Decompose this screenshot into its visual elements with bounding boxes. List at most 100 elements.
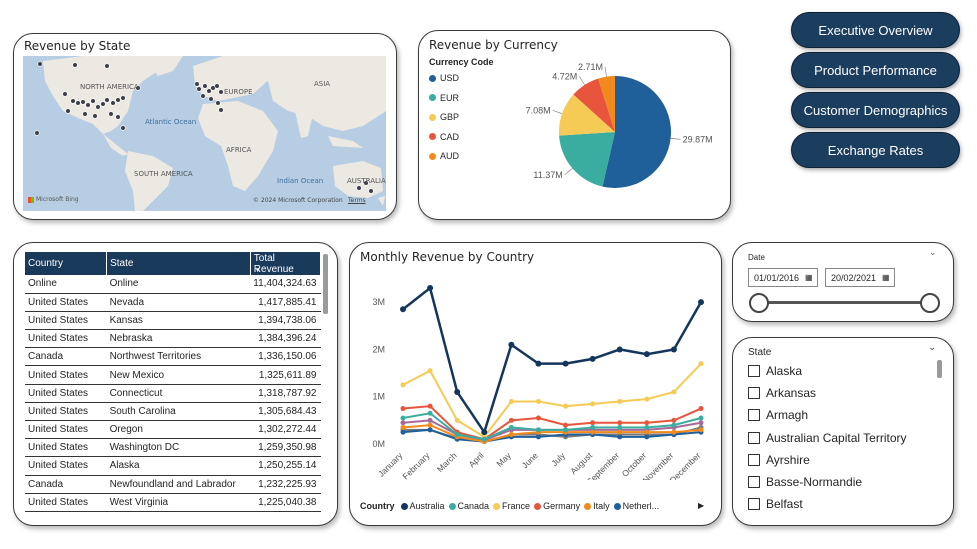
series-point[interactable] [400,382,406,388]
state-option[interactable]: Australian Capital Territory [748,431,907,445]
series-line[interactable] [402,285,703,436]
series-point[interactable] [427,403,433,409]
legend-item-usd[interactable]: USD [429,73,459,83]
date-range-end-handle[interactable] [920,293,940,313]
series-point[interactable] [508,341,515,348]
state-option[interactable]: Belfast [748,497,803,511]
state-option[interactable]: Basse-Normandie [748,475,862,489]
date-slicer-chevron-icon[interactable]: ⌄ [929,248,937,258]
country-column-header[interactable]: Country [25,252,108,275]
series-point[interactable] [671,422,677,428]
map-terms-link[interactable]: Terms [348,197,366,204]
legend-item[interactable]: Italy [584,501,610,511]
table-row[interactable]: Online Online 11,404,324.63 [25,275,321,294]
series-point[interactable] [427,368,433,374]
series-point[interactable] [616,346,623,353]
series-point[interactable] [671,429,677,435]
series-point[interactable] [617,424,623,430]
customer-demographics-button[interactable]: Customer Demographics [791,92,960,128]
series-point[interactable] [400,424,406,430]
table-row[interactable]: United States Connecticut 1,318,787.92 [25,384,321,403]
series-point[interactable] [617,398,623,404]
series-point[interactable] [563,422,569,428]
series-point[interactable] [427,427,433,433]
table-row[interactable]: United States South Carolina 1,305,684.43 [25,402,321,422]
series-point[interactable] [508,424,514,430]
series-point[interactable] [617,420,623,426]
series-point[interactable] [535,415,541,421]
legend-next-icon[interactable]: ▶ [698,501,704,510]
table-row[interactable]: United States West Virginia 1,225,040.38 [25,493,321,512]
table-row[interactable]: United States New Mexico 1,325,611.89 [25,365,321,385]
series-point[interactable] [670,346,677,353]
series-point[interactable] [698,361,704,367]
checkbox[interactable] [748,498,760,511]
series-point[interactable] [535,434,541,440]
checkbox[interactable] [748,365,760,377]
series-point[interactable] [481,429,488,436]
checkbox[interactable] [748,431,760,444]
series-point[interactable] [644,429,650,435]
checkbox[interactable] [748,387,760,400]
series-point[interactable] [508,398,514,404]
legend-item-cad[interactable]: CAD [429,132,459,142]
table-row[interactable]: United States Kansas 1,394,738.06 [25,311,321,331]
series-point[interactable] [400,429,406,435]
product-performance-button[interactable]: Product Performance [791,52,960,88]
legend-item[interactable]: Australia [400,501,445,511]
series-point[interactable] [671,389,677,395]
legend-item[interactable]: Canada [448,501,489,511]
table-row[interactable]: United States Alaska 1,250,255.14 [25,456,321,476]
calendar-icon[interactable]: ▦ [805,273,813,282]
state-slicer-chevron-icon[interactable]: ⌄ [928,342,936,353]
date-range-start-handle[interactable] [749,293,769,313]
series-point[interactable] [481,436,487,442]
table-row[interactable]: United States Nevada 1,417,885.41 [25,293,321,312]
series-point[interactable] [427,285,434,291]
total-revenue-column-header[interactable]: Total Revenue ▼ [250,252,322,275]
state-option[interactable]: Arkansas [748,386,816,400]
series-point[interactable] [698,427,704,433]
table-row[interactable]: United States Oregon 1,302,272.44 [25,420,321,440]
series-point[interactable] [454,389,461,395]
series-point[interactable] [617,434,623,440]
series-point[interactable] [400,406,406,412]
series-point[interactable] [698,415,704,421]
series-point[interactable] [563,427,569,433]
series-point[interactable] [643,351,650,358]
series-point[interactable] [535,427,541,433]
series-point[interactable] [644,434,650,440]
series-point[interactable] [400,306,406,313]
world-map[interactable] [23,56,386,211]
series-point[interactable] [562,360,569,367]
table-scrollbar[interactable] [323,254,328,314]
series-point[interactable] [590,424,596,430]
checkbox[interactable] [748,409,760,422]
series-point[interactable] [454,432,460,438]
series-point[interactable] [400,415,406,421]
series-point[interactable] [698,299,704,306]
series-point[interactable] [508,417,514,423]
checkbox[interactable] [748,476,760,488]
state-option[interactable]: Armagh [748,408,808,422]
series-point[interactable] [454,417,460,423]
table-row[interactable]: Canada Newfoundland and Labrador 1,232,225… [25,475,321,494]
series-point[interactable] [698,420,704,426]
legend-item[interactable]: France [493,501,530,511]
state-column-header[interactable]: State [106,252,251,275]
series-point[interactable] [427,410,433,416]
start-date-input[interactable]: 01/01/2016 ▦ [748,268,818,287]
series-point[interactable] [563,403,569,409]
currency-pie-chart[interactable]: 29.87M 11.37M 7.08M 4.72M2.71M [510,58,720,198]
legend-item[interactable]: Germany [534,501,580,511]
legend-item-eur[interactable]: EUR [429,93,459,103]
series-point[interactable] [400,420,406,426]
series-point[interactable] [698,406,704,412]
series-point[interactable] [644,424,650,430]
series-point[interactable] [508,432,514,438]
series-point[interactable] [644,420,650,426]
series-point[interactable] [590,429,596,435]
state-option[interactable]: Alaska [748,364,802,378]
executive-overview-button[interactable]: Executive Overview [791,12,960,48]
monthly-revenue-line-chart[interactable]: 0M1M2M3MJanuaryFebruary March April May June… [355,280,715,480]
